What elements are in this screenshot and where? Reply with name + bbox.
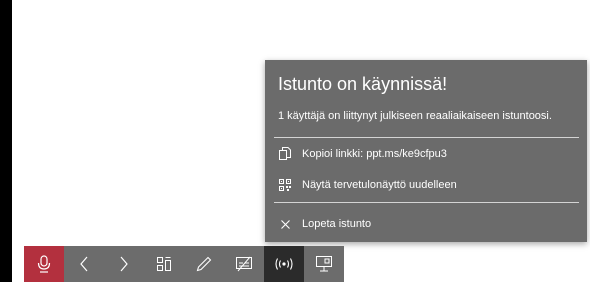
- window-edge: [0, 0, 12, 282]
- live-presentation-button[interactable]: [264, 246, 304, 282]
- see-all-slides-button[interactable]: [144, 246, 184, 282]
- participants-status: 1 käyttäjä on liittynyt julkiseen reaali…: [278, 110, 552, 122]
- close-icon: [278, 217, 292, 231]
- slideshow-toolbar: [24, 246, 344, 282]
- copy-icon: [278, 147, 292, 161]
- chevron-right-icon: [119, 256, 129, 272]
- qr-code-icon: [278, 178, 292, 192]
- next-slide-button[interactable]: [104, 246, 144, 282]
- show-welcome-screen-item[interactable]: Näytä tervetulonäyttö uudelleen: [274, 172, 579, 198]
- pen-button[interactable]: [184, 246, 224, 282]
- divider: [274, 137, 579, 138]
- previous-slide-button[interactable]: [64, 246, 104, 282]
- pen-icon: [196, 256, 212, 272]
- broadcast-icon: [274, 257, 294, 271]
- divider: [274, 202, 579, 203]
- subtitles-icon: [235, 256, 253, 272]
- end-session-label: Lopeta istunto: [302, 218, 372, 230]
- presenter-options-button[interactable]: [304, 246, 344, 282]
- presenter-screen-icon: [315, 255, 333, 273]
- live-session-popup: Istunto on käynnissä! 1 käyttäjä on liit…: [265, 60, 587, 242]
- end-session-item[interactable]: Lopeta istunto: [274, 211, 579, 237]
- subtitles-button[interactable]: [224, 246, 264, 282]
- copy-link-label: Kopioi linkki: ppt.ms/ke9cfpu3: [302, 148, 447, 160]
- popup-title: Istunto on käynnissä!: [278, 74, 448, 94]
- show-welcome-screen-label: Näytä tervetulonäyttö uudelleen: [302, 179, 457, 191]
- slides-grid-icon: [156, 256, 172, 272]
- microphone-icon: [37, 255, 51, 273]
- chevron-left-icon: [79, 256, 89, 272]
- microphone-button[interactable]: [24, 246, 64, 282]
- copy-link-item[interactable]: Kopioi linkki: ppt.ms/ke9cfpu3: [274, 141, 579, 167]
